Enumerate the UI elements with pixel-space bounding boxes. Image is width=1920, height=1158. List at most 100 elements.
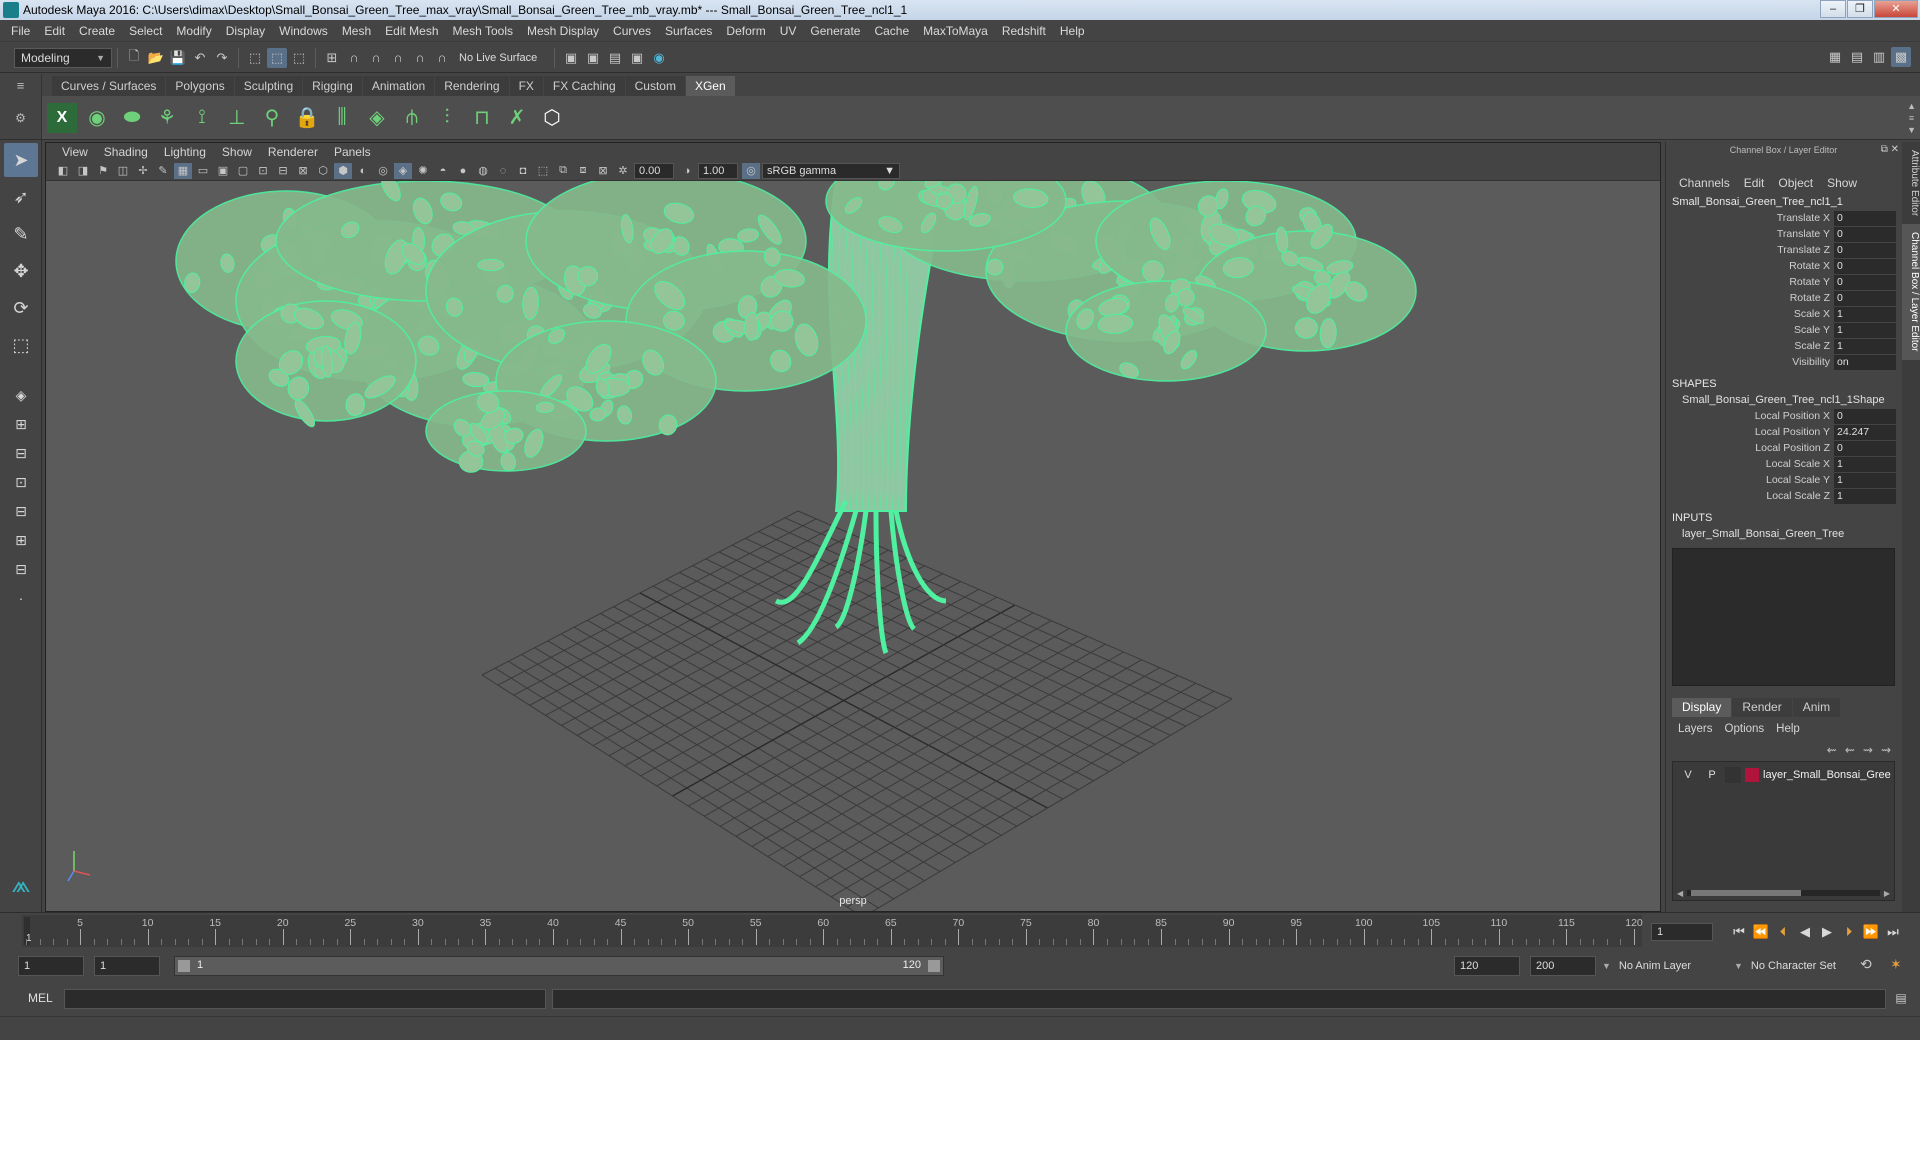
menu-edit-mesh[interactable]: Edit Mesh [378,24,445,38]
move-layer-up-icon[interactable]: ⇜ [1827,743,1837,757]
film-gate-icon[interactable]: ▭ [194,163,212,179]
motion-blur-icon[interactable]: ◍ [474,163,492,179]
textured-icon[interactable]: ◈ [394,162,412,179]
xgen-place-guides-icon[interactable]: ⟟ [187,103,217,133]
select-tool-icon[interactable]: ➤ [4,143,38,177]
channel-label[interactable]: Scale Z [1666,340,1834,352]
play-backwards-icon[interactable]: ◀ [1794,923,1816,941]
channel-row-scale-x[interactable]: Scale X1 [1666,306,1901,322]
paint-select-tool-icon[interactable]: ✎ [4,217,38,251]
time-slider-track[interactable]: 1 5 10 15 20 25 30 35 40 45 50 55 60 65 70 75 80 85 90 95 1… [22,915,1643,947]
hypershade-icon[interactable]: ▣ [627,48,647,68]
playback-start-field[interactable]: 1 [94,956,160,976]
grease-pencil-icon[interactable]: ✎ [154,163,172,179]
xgen-guide-length-icon[interactable]: ⫼ [327,103,357,133]
step-back-key-icon[interactable]: ⏴ [1772,923,1794,941]
go-to-end-icon[interactable]: ⏭ [1882,923,1904,941]
viewport-menu-lighting[interactable]: Lighting [156,145,214,159]
gamma-icon[interactable]: ◑ [678,163,696,179]
channel-row-rotate-x[interactable]: Rotate X0 [1666,258,1901,274]
move-tool-icon[interactable]: ✥ [4,254,38,288]
gate-mask-icon[interactable]: ▢ [234,163,252,179]
viewport-menu-panels[interactable]: Panels [326,145,379,159]
channel-menu-object[interactable]: Object [1771,176,1820,194]
channel-row-rotate-z[interactable]: Rotate Z0 [1666,290,1901,306]
view-transform-dropdown[interactable]: sRGB gamma ▼ [762,162,900,179]
shelf-scroll-icons[interactable]: ▲ ≡ ▼ [1907,100,1916,136]
select-object-icon[interactable]: ⬚ [267,47,287,68]
menu-uv[interactable]: UV [773,24,804,38]
single-perspective-icon[interactable]: ◈ [4,382,38,408]
render-view-icon[interactable]: ◉ [649,48,669,68]
new-layer-icon[interactable]: ⇝ [1863,743,1873,757]
time-slider[interactable]: 1 5 10 15 20 25 30 35 40 45 50 55 60 65 70 75 80 85 90 95 1… [0,912,1920,948]
go-to-start-icon[interactable]: ⏮ [1728,923,1750,941]
layer-menu-layers[interactable]: Layers [1672,723,1719,739]
exposure-icon[interactable]: ✲ [614,163,632,179]
channel-label[interactable]: Local Position Y [1666,426,1834,438]
channel-label[interactable]: Translate Y [1666,228,1834,240]
channel-row-local-scale-x[interactable]: Local Scale X1 [1666,456,1901,472]
snap-curve-icon[interactable]: ∩ [344,48,364,68]
channel-label[interactable]: Local Scale X [1666,458,1834,470]
playback-end-field[interactable]: 120 [1454,956,1520,976]
menu-cache[interactable]: Cache [867,24,916,38]
channel-value[interactable]: 24.247 [1834,424,1896,440]
undo-icon[interactable]: ↶ [190,48,210,68]
menu-surfaces[interactable]: Surfaces [658,24,719,38]
xray-active-icon[interactable]: ⧈ [574,163,592,179]
xgen-comb-icon[interactable]: ⫶ [432,103,462,133]
menu-create[interactable]: Create [72,24,122,38]
save-scene-icon[interactable]: 💾 [168,48,188,68]
input-node-name[interactable]: layer_Small_Bonsai_Green_Tree [1666,526,1901,542]
channel-value[interactable]: 1 [1834,456,1896,472]
select-hierarchy-icon[interactable]: ⬚ [245,48,265,68]
xgen-add-guide-icon[interactable]: ⊥ [222,103,252,133]
menu-modify[interactable]: Modify [169,24,218,38]
wireframe-icon[interactable]: ⬡ [314,163,332,179]
persp-uv-icon[interactable]: ⊞ [4,527,38,553]
bookmark-icon[interactable]: ⚑ [94,163,112,179]
channel-value[interactable]: 0 [1834,242,1896,258]
layer-color-swatch[interactable] [1745,768,1759,782]
menu-mesh-tools[interactable]: Mesh Tools [446,24,520,38]
ipr-render-icon[interactable]: ▣ [583,48,603,68]
xgen-groom-icon[interactable]: ⫛ [397,103,427,133]
layer-visibility-toggle[interactable]: V [1679,767,1697,783]
menu-redshift[interactable]: Redshift [995,24,1053,38]
animation-start-field[interactable]: 1 [18,956,84,976]
channel-label[interactable]: Local Position Z [1666,442,1834,454]
channel-row-scale-z[interactable]: Scale Z1 [1666,338,1901,354]
xgen-sculpt-guide-icon[interactable]: ⚲ [257,103,287,133]
new-scene-icon[interactable]: 🗋 [124,48,144,68]
channel-value[interactable]: 1 [1834,488,1896,504]
xgen-lock-guide-icon[interactable]: 🔒 [292,103,322,133]
gamma-field[interactable]: 1.00 [698,162,738,179]
field-chart-icon[interactable]: ⊡ [254,163,272,179]
outliner-layout-icon[interactable]: ⊟ [4,556,38,582]
step-forward-frame-icon[interactable]: ⏩ [1860,923,1882,941]
xray-icon[interactable]: ⧉ [554,163,572,179]
tool-settings-icon[interactable]: ▥ [1869,47,1889,67]
channel-label[interactable]: Local Scale Z [1666,490,1834,502]
menu-set-dropdown[interactable]: Modeling ▼ [14,47,112,68]
channel-label[interactable]: Local Scale Y [1666,474,1834,486]
channel-value[interactable]: 0 [1834,274,1896,290]
channel-row-scale-y[interactable]: Scale Y1 [1666,322,1901,338]
channel-label[interactable]: Local Position X [1666,410,1834,422]
redo-icon[interactable]: ↷ [212,48,232,68]
channel-row-local-position-z[interactable]: Local Position Z0 [1666,440,1901,456]
layout-more-icon[interactable]: · [4,585,38,611]
layer-horizontal-scrollbar[interactable]: ◀ ▶ [1677,888,1890,898]
selected-node-name[interactable]: Small_Bonsai_Green_Tree_ncl1_1 [1666,194,1901,210]
shelf-tab-curves-surfaces[interactable]: Curves / Surfaces [52,76,166,96]
shelf-tab-sculpting[interactable]: Sculpting [234,76,303,96]
channel-value[interactable]: 0 [1834,258,1896,274]
range-end-handle[interactable] [928,960,940,972]
menu-maxtomaya[interactable]: MaxToMaya [916,24,995,38]
channel-label[interactable]: Visibility [1666,356,1834,368]
scroll-thumb[interactable] [1691,890,1802,896]
channel-value[interactable]: 1 [1834,338,1896,354]
new-layer-selected-icon[interactable]: ⇝ [1881,743,1891,757]
character-set-dropdown[interactable]: ▼ No Character Set [1734,956,1874,976]
